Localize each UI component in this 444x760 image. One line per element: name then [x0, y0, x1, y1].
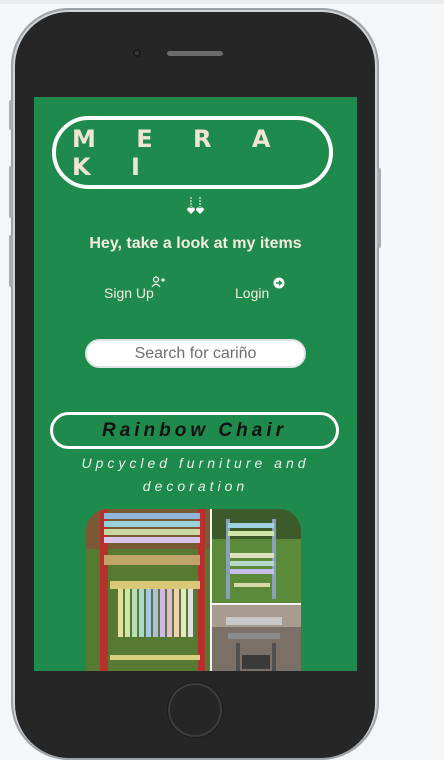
phone-screen: M E R A K I Hey, take a look at my items…	[34, 97, 357, 671]
phone-volume-up	[9, 166, 13, 218]
login-link[interactable]: Login	[235, 277, 285, 301]
signup-label: Sign Up	[104, 285, 154, 301]
earpiece-speaker	[167, 51, 223, 56]
login-arrow-icon	[273, 277, 285, 289]
search-placeholder: Search for cariño	[134, 344, 257, 362]
phone-volume-down	[9, 235, 13, 287]
hanging-hearts-icon	[187, 197, 204, 214]
phone-power-button	[377, 168, 381, 248]
product-title-banner[interactable]: Rainbow Chair	[50, 412, 339, 449]
logo-text: M E R A K I	[72, 124, 287, 181]
phone-mute-switch	[9, 100, 13, 130]
front-camera	[133, 49, 141, 57]
search-input[interactable]: Search for cariño	[85, 339, 306, 368]
product-subtitle: Upcycled furniture and decoration	[81, 455, 310, 494]
chair-photos-image	[86, 509, 301, 671]
tagline: Hey, take a look at my items	[89, 235, 302, 252]
product-title: Rainbow Chair	[101, 419, 287, 441]
signup-link[interactable]: Sign Up	[104, 276, 165, 301]
login-label: Login	[235, 285, 270, 301]
logo-banner[interactable]: M E R A K I	[52, 116, 333, 189]
add-user-icon	[151, 276, 165, 288]
product-photo-collage[interactable]	[86, 509, 301, 671]
browser-top-strip	[0, 0, 444, 4]
home-button[interactable]	[168, 683, 222, 737]
